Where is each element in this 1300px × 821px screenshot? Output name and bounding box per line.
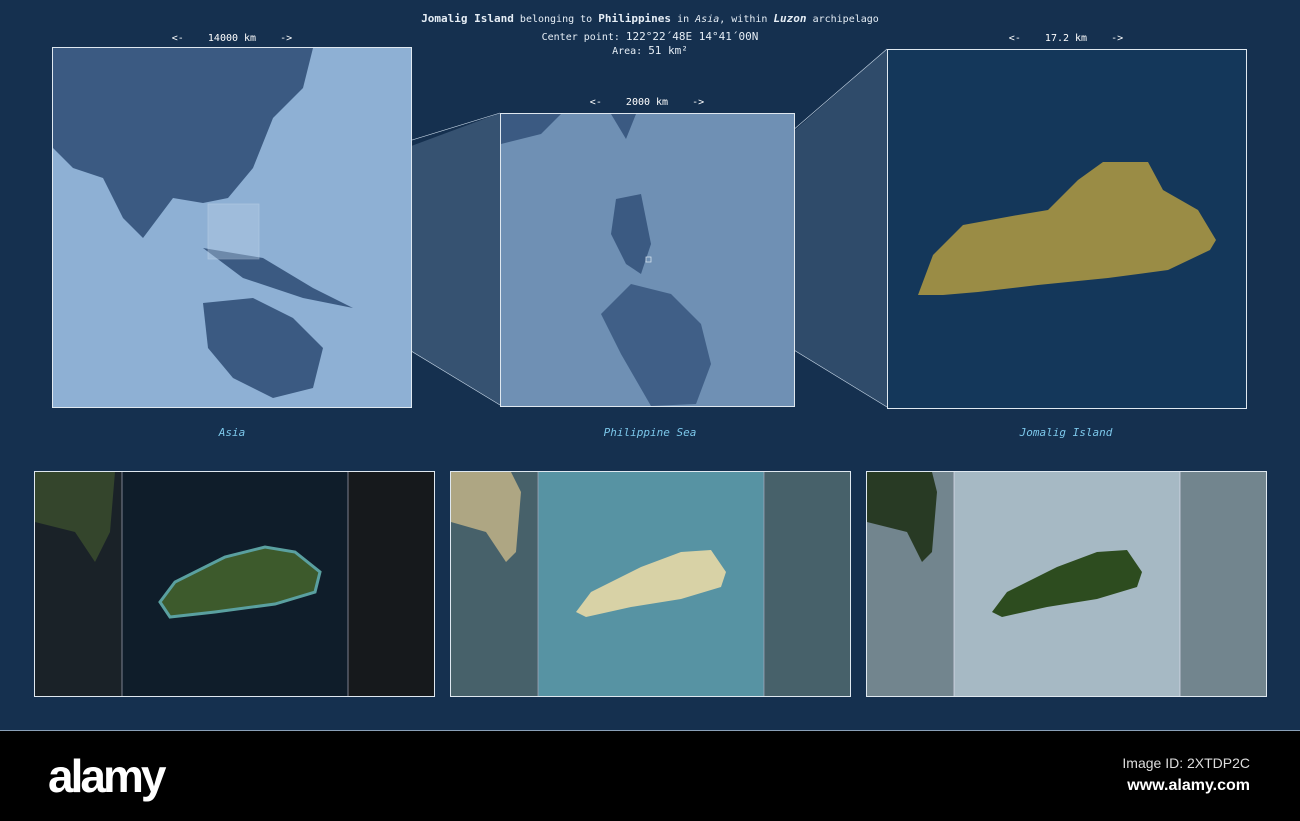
region-map: [500, 113, 795, 407]
terrain-map: [866, 471, 1267, 697]
image-id: Image ID: 2XTDP2C: [1122, 755, 1250, 771]
island-map: [887, 49, 1247, 409]
topographic-map: [450, 471, 851, 697]
label-asia: Asia: [218, 426, 246, 439]
label-island: Jomalig Island: [1019, 426, 1113, 439]
asia-map: [52, 47, 412, 408]
footer: alamy Image ID: 2XTDP2C www.alamy.com: [0, 731, 1300, 821]
map-composition: Jomalig Island belonging to Philippines …: [0, 0, 1300, 731]
satellite-map: [34, 471, 435, 697]
site-url[interactable]: www.alamy.com: [1127, 777, 1250, 795]
label-region: Philippine Sea: [603, 426, 697, 439]
alamy-logo[interactable]: alamy: [48, 749, 166, 803]
